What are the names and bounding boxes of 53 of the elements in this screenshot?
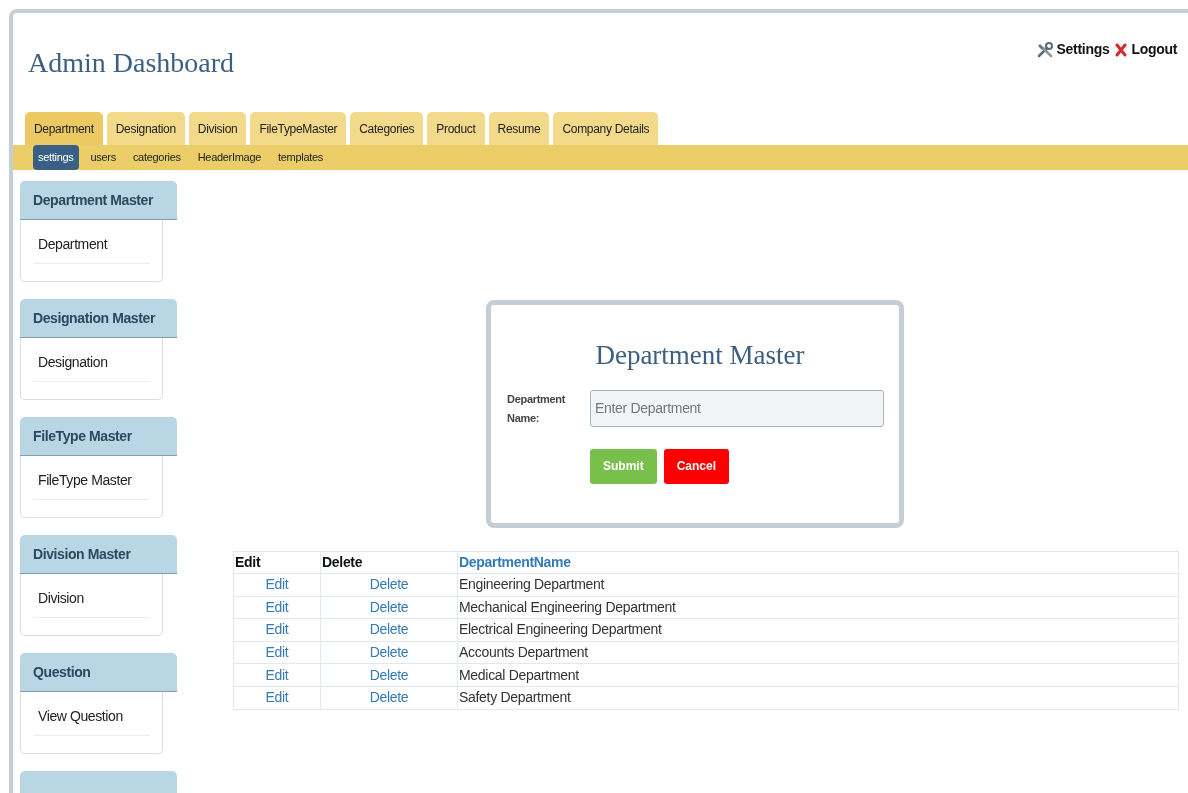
form-title: Department Master: [594, 339, 806, 372]
delete-link[interactable]: Delete: [369, 621, 409, 638]
edit-link[interactable]: Edit: [265, 644, 289, 661]
sidebar-link[interactable]: Department: [33, 234, 150, 264]
department-input[interactable]: Enter Department: [590, 389, 884, 427]
tab[interactable]: Categories: [350, 112, 424, 145]
column-header[interactable]: DepartmentName: [457, 551, 1179, 574]
table-cell: Safety Department: [457, 686, 1179, 710]
delete-link[interactable]: Delete: [369, 689, 409, 706]
panel-header: Designation Master: [20, 299, 177, 338]
table-cell: Electrical Engineering Department: [457, 618, 1179, 642]
sidebar-link[interactable]: View Question: [33, 706, 150, 736]
edit-link[interactable]: Edit: [265, 621, 289, 638]
edit-link[interactable]: Edit: [265, 689, 289, 706]
table-cell: Mechanical Engineering Department: [457, 596, 1179, 619]
subnav-item[interactable]: templates: [273, 145, 329, 170]
subnav-item[interactable]: HeaderImage: [192, 145, 267, 170]
tab[interactable]: Division: [188, 112, 247, 145]
delete-link[interactable]: Delete: [369, 666, 409, 683]
tab[interactable]: FileTypeMaster: [250, 112, 347, 145]
close-icon: [1115, 42, 1128, 57]
subnav-item[interactable]: users: [85, 145, 121, 170]
table-cell: Medical Department: [457, 663, 1179, 687]
sidebar-link[interactable]: Division: [33, 588, 150, 618]
sidebar-link[interactable]: FileType Master: [33, 470, 150, 500]
edit-link[interactable]: Edit: [265, 666, 289, 683]
delete-link[interactable]: Delete: [369, 576, 409, 593]
subnav-item[interactable]: categories: [127, 145, 186, 170]
tab[interactable]: Company Details: [553, 112, 659, 145]
panel-header: FileType Master: [20, 417, 177, 456]
column-header: Delete: [320, 551, 458, 574]
cancel-button[interactable]: Cancel: [663, 448, 730, 484]
panel-header: Department Master: [20, 181, 177, 220]
logout-link[interactable]: Logout: [1115, 39, 1177, 60]
panel-header: Question: [20, 653, 177, 692]
table-cell: Accounts Department: [457, 641, 1179, 664]
tab[interactable]: Product: [427, 112, 485, 145]
edit-link[interactable]: Edit: [265, 598, 289, 615]
settings-link[interactable]: Settings: [1036, 39, 1110, 60]
tab[interactable]: Department: [25, 112, 103, 145]
column-header: Edit: [233, 551, 321, 574]
panel-header: Division Master: [20, 535, 177, 574]
tools-icon: [1036, 41, 1053, 58]
edit-link[interactable]: Edit: [265, 576, 289, 593]
dashboard-title: Admin Dashboard: [28, 46, 235, 80]
delete-link[interactable]: Delete: [369, 598, 409, 615]
delete-link[interactable]: Delete: [369, 644, 409, 661]
sidebar-link[interactable]: Designation: [33, 352, 150, 382]
tab[interactable]: Designation: [106, 112, 185, 145]
tab[interactable]: Resume: [488, 112, 550, 145]
table-cell: Engineering Department: [457, 573, 1179, 597]
field-label: Department Name:: [507, 391, 567, 426]
subnav-item[interactable]: settings: [33, 145, 79, 170]
